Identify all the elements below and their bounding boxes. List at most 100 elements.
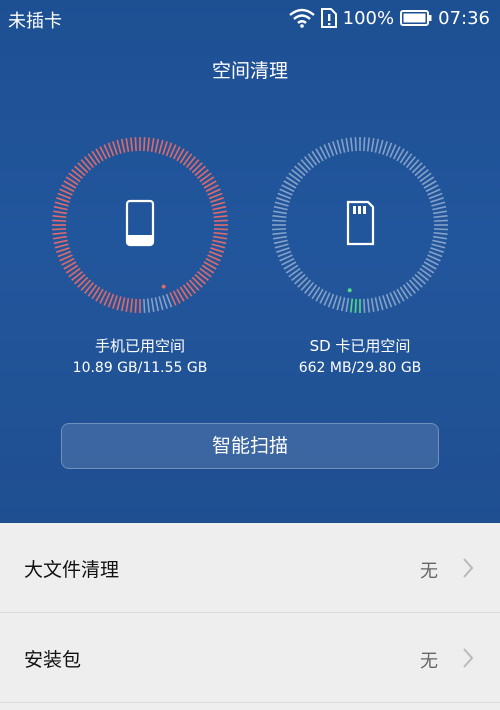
gauge-tick-used xyxy=(154,138,160,153)
gauge-tick-used xyxy=(120,138,126,153)
gauge-tick-used xyxy=(162,141,168,155)
gauge-tick-used xyxy=(116,139,122,154)
gauge-tick-used xyxy=(52,231,67,235)
gauge-tick-free xyxy=(272,235,288,240)
gauge-tick-free xyxy=(272,228,287,231)
gauge-tick-free xyxy=(378,296,384,311)
gauge-tick-free xyxy=(363,298,366,313)
gauge-tick-free xyxy=(374,138,380,153)
sim-alert-icon xyxy=(320,8,337,28)
gauge-tick-free xyxy=(332,295,338,309)
gauge-tick-free xyxy=(158,296,164,311)
gauge-tick-free xyxy=(340,138,346,153)
gauge-tick-free xyxy=(432,239,447,245)
gauge-tick-free xyxy=(366,298,370,313)
list-item-label: 大文件清理 xyxy=(24,559,120,581)
gauge-tick-free xyxy=(432,210,448,215)
gauge-tick-used xyxy=(52,235,68,240)
gauge-tick-used xyxy=(158,139,164,154)
gauge-tick-used xyxy=(213,228,228,231)
gauge-tick-used xyxy=(130,298,134,313)
gauge-indicator-dot xyxy=(347,288,352,293)
chevron-right-icon xyxy=(462,557,474,583)
gauge-tick-free xyxy=(143,298,146,313)
gauge-tick-free xyxy=(276,247,290,253)
gauge-tick-free xyxy=(273,205,288,211)
gauge-tick-free xyxy=(363,137,366,152)
list-item-status: 无 xyxy=(420,561,438,582)
gauge-tick-used xyxy=(53,239,68,245)
gauge-tick-used xyxy=(54,201,69,207)
gauge-tick-used xyxy=(143,137,146,152)
gauge-tick-free xyxy=(274,201,289,207)
gauge-tick-free xyxy=(276,197,290,203)
gauge-tick-free xyxy=(272,210,288,215)
gauge-tick-free xyxy=(154,297,160,312)
smart-scan-button[interactable]: 智能扫描 xyxy=(61,423,439,469)
sd-storage-label: SD 卡已用空间 xyxy=(309,337,411,355)
battery-icon xyxy=(400,10,432,26)
gauge-tick-used xyxy=(212,239,227,245)
list-item-status: 无 xyxy=(420,651,438,672)
gauge-tick-used xyxy=(125,297,130,313)
gauge-tick-free xyxy=(370,297,375,313)
gauge-tick-free xyxy=(433,215,448,219)
gauge-tick-used xyxy=(112,295,118,309)
status-icons: 100% 07:36 xyxy=(288,6,490,30)
gauge-tick-used xyxy=(112,141,118,155)
gauge-tick-used xyxy=(56,197,70,203)
gauge-tick-free xyxy=(336,139,342,154)
gauge-tick-free xyxy=(340,297,346,312)
phone-icon xyxy=(125,199,155,247)
battery-percent: 100% xyxy=(342,7,395,29)
storage-overview-panel: 未插卡 100% 07:36 空间清理 手机已用空间 10.89 GB/11.5… xyxy=(0,0,500,523)
phone-storage-gauge[interactable] xyxy=(50,135,230,315)
phone-storage-info: 手机已用空间 10.89 GB/11.55 GB xyxy=(30,335,250,379)
gauge-tick-free xyxy=(430,247,444,253)
gauge-tick-used xyxy=(354,298,357,313)
chevron-right-icon xyxy=(462,647,474,673)
gauge-tick-used xyxy=(52,215,67,219)
carrier-label: 未插卡 xyxy=(8,11,62,32)
gauge-tick-free xyxy=(433,231,448,235)
list-item-label: 安装包 xyxy=(24,649,82,671)
page-title: 空间清理 xyxy=(211,60,288,82)
gauge-tick-free xyxy=(431,201,446,207)
gauge-tick-used xyxy=(56,247,70,253)
gauge-tick-free xyxy=(345,297,350,313)
gauge-tick-free xyxy=(432,205,447,211)
wifi-icon xyxy=(288,8,315,28)
gauge-tick-used xyxy=(211,201,226,207)
sd-storage-gauge[interactable] xyxy=(270,135,450,315)
sd-gauge-ticks xyxy=(272,137,448,313)
gauge-tick-free xyxy=(374,297,380,312)
gauge-tick-used xyxy=(210,197,224,203)
list-item-large-files[interactable]: 大文件清理 无 xyxy=(0,523,500,613)
gauge-tick-used xyxy=(134,298,137,313)
gauge-tick-used xyxy=(211,243,226,249)
gauge-tick-used xyxy=(52,219,67,222)
gauge-tick-free xyxy=(274,243,289,249)
gauge-tick-free xyxy=(150,297,155,313)
list-item-install-packages[interactable]: 安装包 无 xyxy=(0,613,500,703)
gauge-tick-used xyxy=(116,296,122,311)
gauge-tick-free xyxy=(366,137,370,152)
gauge-tick-free xyxy=(332,141,338,155)
gauge-tick-free xyxy=(382,295,388,309)
gauge-tick-used xyxy=(146,137,150,152)
gauge-indicator-dot xyxy=(161,284,166,289)
gauge-tick-used xyxy=(213,215,228,219)
gauge-tick-free xyxy=(350,137,354,152)
phone-storage-value: 10.89 GB/11.55 GB xyxy=(72,360,208,376)
gauge-tick-free xyxy=(273,239,288,245)
gauge-tick-free xyxy=(433,219,448,222)
gauge-tick-used xyxy=(210,247,224,253)
gauge-tick-free xyxy=(272,215,287,219)
phone-gauge-ticks xyxy=(52,137,228,313)
sd-storage-value: 662 MB/29.80 GB xyxy=(298,360,422,376)
gauge-tick-free xyxy=(370,137,375,153)
sd-storage-info: SD 卡已用空间 662 MB/29.80 GB xyxy=(250,335,470,379)
gauge-tick-used xyxy=(53,205,68,211)
clock: 07:36 xyxy=(438,7,490,29)
sd-card-icon xyxy=(346,200,375,246)
